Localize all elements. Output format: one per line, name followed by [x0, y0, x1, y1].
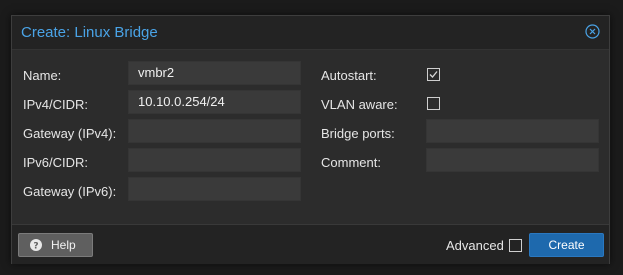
name-input[interactable]: vmbr2 — [128, 61, 301, 85]
comment-input[interactable] — [426, 148, 599, 172]
vlan-aware-label: VLAN aware: — [321, 97, 398, 112]
comment-label: Comment: — [321, 155, 381, 170]
create-linux-bridge-dialog: Create: Linux Bridge Name: vmbr2 IPv4/CI… — [11, 15, 610, 264]
close-icon[interactable] — [585, 24, 600, 39]
gateway-ipv6-label: Gateway (IPv6): — [23, 184, 117, 199]
vlan-aware-checkbox[interactable] — [427, 97, 440, 110]
ipv6-cidr-input[interactable] — [128, 148, 301, 172]
dialog-body: Name: vmbr2 IPv4/CIDR: 10.10.0.254/24 Ga… — [12, 50, 609, 224]
advanced-checkbox[interactable] — [509, 239, 522, 252]
autostart-checkbox[interactable] — [427, 68, 440, 81]
create-button[interactable]: Create — [529, 233, 604, 257]
dialog-title: Create: Linux Bridge — [21, 24, 158, 41]
checkmark-icon — [429, 71, 438, 78]
gateway-ipv4-input[interactable] — [128, 119, 301, 143]
dialog-footer: ? Help Advanced Create — [12, 224, 609, 264]
help-button[interactable]: ? Help — [18, 233, 93, 257]
question-circle-icon: ? — [30, 239, 42, 252]
advanced-label: Advanced — [446, 238, 504, 253]
svg-text:?: ? — [33, 242, 38, 252]
ipv4-cidr-input[interactable]: 10.10.0.254/24 — [128, 90, 301, 114]
ipv4-cidr-label: IPv4/CIDR: — [23, 97, 89, 112]
dialog-titlebar[interactable]: Create: Linux Bridge — [12, 16, 609, 50]
autostart-label: Autostart: — [321, 68, 377, 83]
gateway-ipv6-input[interactable] — [128, 177, 301, 201]
help-label: Help — [51, 238, 76, 252]
bridge-ports-label: Bridge ports: — [321, 126, 395, 141]
bridge-ports-input[interactable] — [426, 119, 599, 143]
gateway-ipv4-label: Gateway (IPv4): — [23, 126, 117, 141]
name-label: Name: — [23, 68, 62, 83]
ipv6-cidr-label: IPv6/CIDR: — [23, 155, 89, 170]
